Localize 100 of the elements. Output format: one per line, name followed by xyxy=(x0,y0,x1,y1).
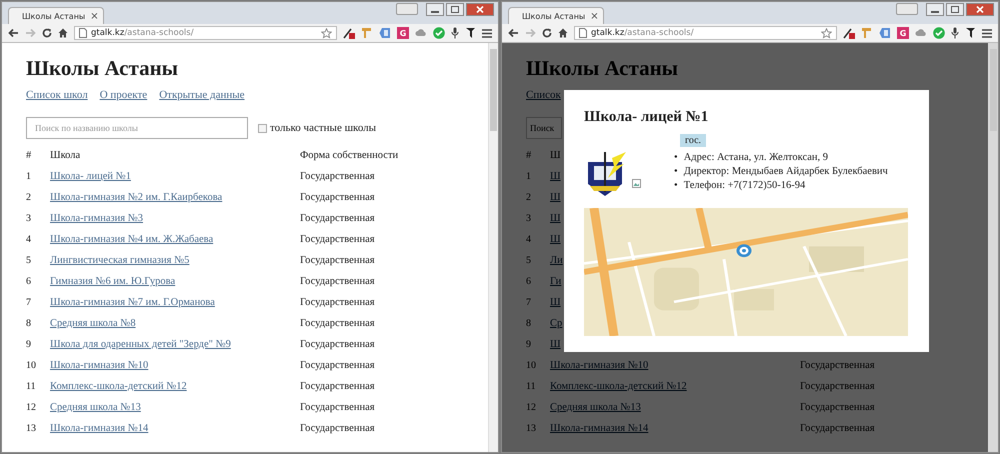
tag-icon[interactable] xyxy=(379,27,391,39)
maximize-button[interactable] xyxy=(446,3,464,16)
checkbox-label: только частные школы xyxy=(270,122,376,134)
school-link[interactable]: Школа для одаренных детей "Зерде" №9 xyxy=(50,339,231,350)
reload-icon[interactable] xyxy=(42,28,52,38)
nav-link[interactable]: Открытые данные xyxy=(159,89,245,107)
ownership-cell: Государственная xyxy=(300,297,375,308)
tab-close-button[interactable]: × xyxy=(90,10,99,22)
school-link[interactable]: Ш xyxy=(550,171,561,182)
school-link[interactable]: Школа-гимназия №3 xyxy=(50,213,144,224)
row-number: 8 xyxy=(526,318,531,329)
school-link[interactable]: Гимназия №6 им. Ю.Гурова xyxy=(50,276,176,287)
nav-link[interactable]: Список xyxy=(526,89,561,107)
school-link[interactable]: Школа-гимназия №2 им. Г.Каирбекова xyxy=(50,192,222,203)
address-bar[interactable]: gtalk.kz/astana-schools/ xyxy=(74,26,337,40)
checkbox[interactable] xyxy=(258,124,267,132)
search-field[interactable]: Поиск по названию школы xyxy=(26,117,248,139)
school-link[interactable]: Школа-гимназия №7 им. Г.Орманова xyxy=(50,297,215,308)
menu-icon[interactable] xyxy=(982,28,992,38)
minimize-button[interactable] xyxy=(426,3,444,16)
back-icon[interactable] xyxy=(508,28,519,38)
row-number: 7 xyxy=(526,297,531,308)
school-link[interactable]: Ли xyxy=(550,255,563,266)
menu-icon[interactable] xyxy=(482,28,492,38)
extension-button[interactable]: G xyxy=(397,27,409,39)
microphone-icon[interactable] xyxy=(451,27,459,39)
ownership-cell: Государственная xyxy=(300,171,375,182)
row-number: 1 xyxy=(26,171,31,182)
maximize-icon xyxy=(451,6,459,13)
row-number: 7 xyxy=(26,297,31,308)
scrollbar[interactable] xyxy=(988,43,998,452)
school-link[interactable]: Ш xyxy=(550,192,561,203)
school-link[interactable]: Комплекс-школа-детский №12 xyxy=(550,381,687,392)
browser-tab[interactable]: Школы Астаны × xyxy=(508,7,604,24)
ownership-badge: гос. xyxy=(680,134,706,147)
close-icon xyxy=(476,6,484,13)
close-button[interactable] xyxy=(466,3,494,16)
ownership-cell: Государственная xyxy=(800,423,875,434)
tab-title: Школы Астаны xyxy=(522,12,586,20)
dialog-title: Школа- лицей №1 xyxy=(584,108,710,127)
ownership-cell: Государственная xyxy=(300,360,375,371)
row-number: 9 xyxy=(26,339,31,350)
school-link[interactable]: Средняя школа №8 xyxy=(50,318,136,329)
school-link[interactable]: Школа-гимназия №4 им. Ж.Жабаева xyxy=(50,234,214,245)
school-link[interactable]: Средняя школа №13 xyxy=(550,402,641,413)
row-number: 2 xyxy=(26,192,31,203)
cloud-icon[interactable] xyxy=(915,27,927,39)
microphone-icon[interactable] xyxy=(951,27,959,39)
school-link[interactable]: Школа-гимназия №10 xyxy=(50,360,148,371)
bookmark-star-icon[interactable] xyxy=(321,28,332,38)
home-icon[interactable] xyxy=(558,28,568,38)
school-link[interactable]: Ш xyxy=(550,234,561,245)
row-number: 3 xyxy=(526,213,531,224)
tab-close-button[interactable]: × xyxy=(590,10,599,22)
ownership-cell: Государственная xyxy=(300,381,375,392)
row-number: 13 xyxy=(26,423,36,434)
back-icon[interactable] xyxy=(8,28,19,38)
school-link[interactable]: Ср xyxy=(550,318,562,329)
search-field[interactable]: Поиск xyxy=(526,117,562,139)
school-link[interactable]: Лингвистическая гимназия №5 xyxy=(50,255,190,266)
extension-button[interactable]: G xyxy=(897,27,909,39)
close-button[interactable] xyxy=(966,3,994,16)
scrollbar[interactable] xyxy=(488,43,498,452)
detail-item: Адрес: Астана, ул. Желтоксан, 9 xyxy=(684,152,828,163)
nav-link[interactable]: О проекте xyxy=(100,89,148,107)
bookmark-star-icon[interactable] xyxy=(821,28,832,38)
minimize-button[interactable] xyxy=(926,3,944,16)
school-link[interactable]: Школа-гимназия №14 xyxy=(550,423,648,434)
close-icon xyxy=(976,6,984,13)
school-link[interactable]: Средняя школа №13 xyxy=(50,402,141,413)
browser-tab[interactable]: Школы Астаны × xyxy=(8,7,104,24)
ownership-cell: Государственная xyxy=(300,213,375,224)
pen-icon[interactable] xyxy=(843,27,855,39)
detail-item: Директор: Мендыбаев Айдарбек Булекбаевич xyxy=(684,166,888,177)
broken-image-icon xyxy=(632,179,641,188)
page-title: Школы Астаны xyxy=(26,55,180,82)
maximize-icon xyxy=(951,6,959,13)
reload-icon[interactable] xyxy=(542,28,552,38)
maximize-button[interactable] xyxy=(946,3,964,16)
school-link[interactable]: Школа-гимназия №14 xyxy=(50,423,148,434)
pen-icon[interactable] xyxy=(343,27,355,39)
school-link[interactable]: Ш xyxy=(550,339,561,350)
row-number: 10 xyxy=(26,360,36,371)
nav-link[interactable]: Список школ xyxy=(26,89,88,107)
school-link[interactable]: Ги xyxy=(550,276,562,287)
detail-item: Телефон: +7(7172)50-16-94 xyxy=(684,180,806,191)
school-link[interactable]: Школа-гимназия №10 xyxy=(550,360,648,371)
cloud-icon[interactable] xyxy=(415,27,427,39)
home-icon[interactable] xyxy=(58,28,68,38)
check-icon[interactable] xyxy=(433,27,445,39)
school-link[interactable]: Ш xyxy=(550,297,561,308)
bullet: • xyxy=(674,180,678,191)
address-bar[interactable]: gtalk.kz/astana-schools/ xyxy=(574,26,837,40)
school-link[interactable]: Ш xyxy=(550,213,561,224)
check-icon[interactable] xyxy=(933,27,945,39)
row-number: 2 xyxy=(526,192,531,203)
school-link[interactable]: Комплекс-школа-детский №12 xyxy=(50,381,187,392)
tag-icon[interactable] xyxy=(879,27,891,39)
row-number: 6 xyxy=(526,276,531,287)
school-link[interactable]: Школа- лицей №1 xyxy=(50,171,131,182)
